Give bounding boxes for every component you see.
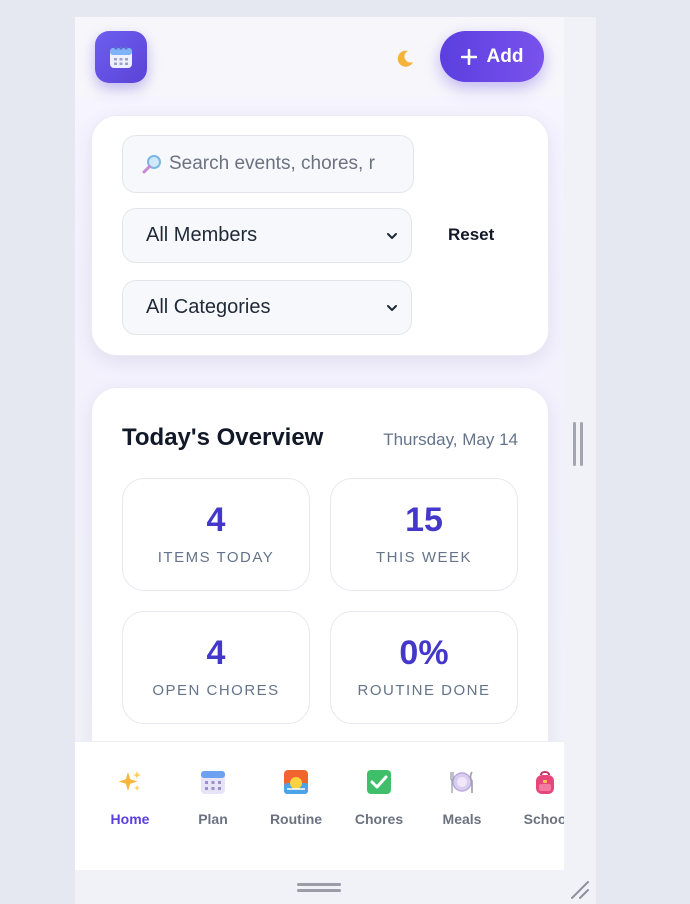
scrollbar-handle[interactable] (573, 422, 585, 468)
member-select-value: All Members (146, 224, 258, 246)
add-button-label: Add (486, 45, 524, 67)
filter-card: All Members Reset All Categories (91, 115, 549, 356)
plate-icon (450, 771, 473, 793)
nav-item-school[interactable]: Schoo (505, 742, 564, 842)
bottom-nav: Home Plan Routine Chores Meals Schoo (75, 741, 564, 870)
calendar-icon (110, 46, 132, 68)
crescent-moon-icon (397, 50, 413, 67)
drag-handle[interactable] (297, 883, 341, 895)
app-logo[interactable] (95, 31, 147, 83)
overview-date: Thursday, May 14 (383, 430, 518, 449)
check-box-icon (367, 770, 391, 794)
resize-grip-icon[interactable] (569, 879, 591, 899)
stat-value: 4 (206, 501, 226, 539)
sunrise-icon (284, 770, 308, 794)
nav-label: Schoo (523, 811, 564, 827)
stat-label: ITEMS TODAY (157, 549, 275, 566)
stat-label: OPEN CHORES (152, 682, 280, 699)
search-input[interactable] (169, 153, 379, 175)
backpack-icon (536, 771, 554, 794)
top-bar: Add (75, 17, 564, 97)
nav-item-home[interactable]: Home (90, 742, 170, 842)
add-button[interactable]: Add (440, 31, 544, 82)
stat-value: 15 (405, 501, 443, 539)
stat-this-week[interactable]: 15 THIS WEEK (330, 478, 518, 591)
category-select[interactable]: All Categories (122, 280, 412, 335)
reset-button[interactable]: Reset (448, 225, 494, 245)
nav-item-plan[interactable]: Plan (173, 742, 253, 842)
category-select-value: All Categories (146, 296, 271, 318)
chevron-down-icon (387, 304, 397, 311)
nav-item-meals[interactable]: Meals (422, 742, 502, 842)
browser-frame: Add All Members Reset All Categories (75, 17, 596, 904)
stat-label: ROUTINE DONE (357, 682, 491, 699)
sparkles-icon (118, 771, 141, 791)
stat-value: 0% (399, 634, 449, 672)
stat-items-today[interactable]: 4 ITEMS TODAY (122, 478, 310, 591)
overview-title: Today's Overview (122, 424, 324, 451)
stat-label: THIS WEEK (375, 549, 472, 566)
stat-routine-done[interactable]: 0% ROUTINE DONE (330, 611, 518, 724)
app-viewport: Add All Members Reset All Categories (75, 17, 564, 870)
stat-open-chores[interactable]: 4 OPEN CHORES (122, 611, 310, 724)
search-box[interactable] (122, 135, 414, 193)
member-select[interactable]: All Members (122, 208, 412, 263)
calendar-icon (201, 771, 225, 794)
nav-item-chores[interactable]: Chores (339, 742, 419, 842)
theme-toggle-button[interactable] (393, 47, 417, 71)
nav-item-routine[interactable]: Routine (256, 742, 336, 842)
plus-icon (460, 48, 477, 65)
stat-value: 4 (206, 634, 226, 672)
chevron-down-icon (387, 232, 397, 239)
magnifier-icon (142, 155, 161, 174)
